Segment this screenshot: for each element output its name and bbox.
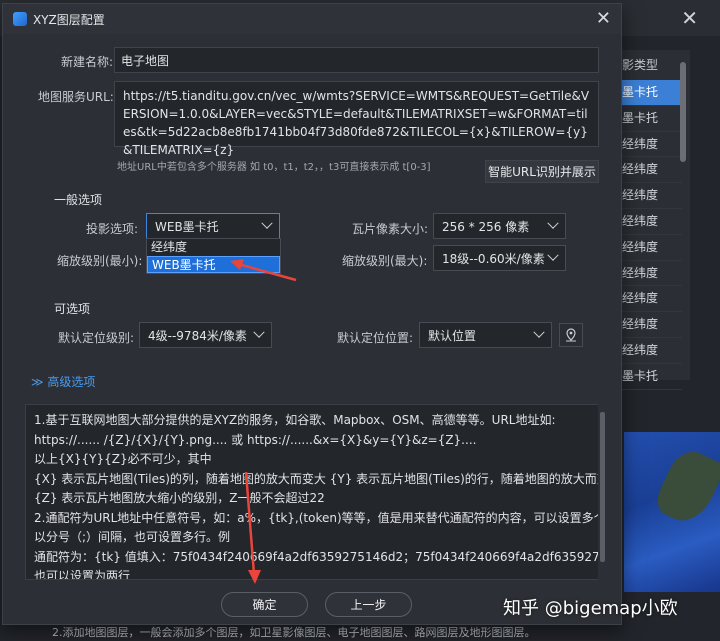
default-pos-select[interactable]: 默认位置 (419, 322, 552, 348)
chevron-down-icon (533, 326, 545, 338)
name-label: 新建名称: (61, 55, 114, 69)
chevron-down-icon (547, 217, 559, 229)
default-pos-value: 默认位置 (428, 328, 477, 343)
help-scrollbar-thumb[interactable] (600, 412, 605, 562)
chevron-down-icon (547, 249, 559, 261)
smart-url-button[interactable]: 智能URL识别并展示 (485, 160, 599, 183)
name-input-value: 电子地图 (121, 53, 170, 68)
zoom-min-label: 缩放级别(最小): (57, 254, 143, 268)
close-icon[interactable]: ✕ (596, 8, 611, 29)
zoom-max-label: 缩放级别(最大): (342, 254, 428, 268)
background-scrollbar[interactable] (680, 62, 686, 162)
projection-select[interactable]: WEB墨卡托 (146, 213, 280, 239)
tile-size-select[interactable]: 256 * 256 像素 (433, 213, 566, 239)
zoom-max-select[interactable]: 18级--0.60米/像素 (433, 245, 566, 271)
general-section-title: 一般选项 (54, 193, 103, 207)
default-level-select[interactable]: 4级--9784米/像素 (139, 322, 272, 348)
watermark: 知乎 @bigemap小欧 (503, 598, 678, 619)
url-textarea[interactable]: https://t5.tianditu.gov.cn/vec_w/wmts?SE… (114, 81, 599, 157)
chevron-down-icon (253, 326, 265, 338)
help-line: https://...... /{Z}/{X}/{Y}.png.... 或 ht… (34, 432, 477, 447)
dialog-title: XYZ图层配置 (33, 13, 105, 27)
ok-button[interactable]: 确定 (221, 592, 308, 617)
tile-size-label: 瓦片像素大小: (352, 222, 429, 236)
default-pos-label: 默认定位位置: (337, 331, 414, 345)
dropdown-option-latlon[interactable]: 经纬度 (147, 239, 280, 256)
projection-select-value: WEB墨卡托 (155, 219, 219, 234)
chevron-down-icon (261, 217, 273, 229)
help-line: {X} 表示瓦片地图(Tiles)的列，随着地图的放大而变大 {Y} 表示瓦片地… (34, 471, 600, 486)
map-land-shape (651, 444, 720, 530)
help-line: 以分号（;）间隔，也可设置多行。例 (34, 530, 231, 544)
advanced-options-link[interactable]: ≫ 高级选项 (31, 373, 95, 390)
help-line: 也可以设置为两行 (34, 569, 131, 580)
default-level-label: 默认定位级别: (58, 331, 135, 345)
map-thumbnail (624, 432, 720, 592)
help-line: 通配符为：{tk} 值填入：75f0434f240669f4a2df635927… (34, 549, 600, 564)
dialog-titlebar: XYZ图层配置 ✕ (3, 4, 621, 34)
background-close-icon[interactable]: ✕ (681, 6, 698, 30)
projection-label: 投影选项: (86, 222, 139, 236)
help-line: 以上{X}{Y}{Z}必不可少，其中 (34, 452, 212, 466)
locate-button[interactable] (559, 323, 583, 347)
url-hint: 地址URL中若包含多个服务器 如 t0，t1，t2，，t3可直接表示成 t[0-… (117, 162, 431, 173)
location-pin-icon (566, 328, 576, 342)
help-line: 2.通配符为URL地址中任意符号，如：a%，{tk},(token)等等，值是用… (34, 510, 600, 525)
help-line: 1.基于互联网地图大部分提供的是XYZ的服务，如谷歌、Mapbox、OSM、高德… (34, 413, 556, 427)
name-input[interactable]: 电子地图 (114, 47, 599, 73)
help-line: {Z} 表示瓦片地图放大缩小的级别，Z一般不会超过22 (34, 491, 325, 505)
url-label: 地图服务URL: (38, 90, 114, 104)
dropdown-option-web-mercator[interactable]: WEB墨卡托 (147, 256, 280, 273)
optional-section-title: 可选项 (54, 302, 91, 316)
help-text-box: 1.基于互联网地图大部分提供的是XYZ的服务，如谷歌、Mapbox、OSM、高德… (25, 404, 600, 580)
tile-size-value: 256 * 256 像素 (442, 219, 530, 234)
projection-dropdown: 经纬度 WEB墨卡托 (146, 238, 281, 274)
background-instruction-text: 2.添加地图图层，一般会添加多个图层，如卫星影像图层、电子地图图层、路网图层及地… (52, 626, 536, 639)
default-level-value: 4级--9784米/像素 (148, 328, 247, 343)
zoom-max-value: 18级--0.60米/像素 (442, 251, 545, 266)
app-logo-icon (13, 12, 27, 26)
prev-button[interactable]: 上一步 (325, 592, 412, 617)
